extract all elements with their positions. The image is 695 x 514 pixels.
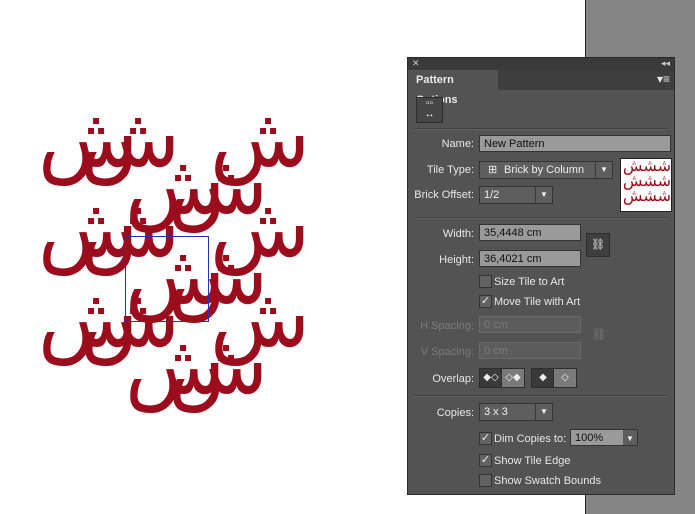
name-input[interactable]: New Pattern xyxy=(479,135,671,152)
overlap-left-in-front-button[interactable]: ◆◇ xyxy=(479,368,503,388)
chevron-down-icon: ▼ xyxy=(595,162,612,178)
name-label: Name: xyxy=(441,138,474,150)
copies-value: 3 x 3 xyxy=(484,406,508,418)
dim-copies-label: Dim Copies to: xyxy=(494,433,567,445)
dim-copies-value: 100% xyxy=(575,432,604,444)
h-spacing-input[interactable]: 0 cm xyxy=(479,316,581,333)
show-tile-edge-label: Show Tile Edge xyxy=(494,455,571,467)
brick-offset-value: 1/2 xyxy=(484,189,500,201)
tab-pattern-options[interactable]: Pattern Options xyxy=(408,70,498,106)
panel-menu-icon[interactable]: ▾≡ xyxy=(657,72,670,86)
glyph-copy: ش xyxy=(210,91,311,186)
height-input[interactable]: 36,4021 cm xyxy=(479,250,581,267)
brick-by-column-icon: ⊞ xyxy=(488,164,498,176)
copies-dropdown[interactable]: 3 x 3 ▼ xyxy=(479,403,553,421)
v-spacing-input[interactable]: 0 cm xyxy=(479,342,581,359)
h-spacing-label: H Spacing: xyxy=(420,320,474,332)
tile-type-dropdown[interactable]: ⊞ Brick by Column ▼ xyxy=(479,161,613,179)
show-swatch-bounds-label: Show Swatch Bounds xyxy=(494,475,602,487)
overlap-top-in-front-button[interactable]: ◆ xyxy=(531,368,555,388)
edit-tile-button[interactable]: ▫▫ ↔ xyxy=(416,97,443,123)
move-tile-with-art-label: Move Tile with Art xyxy=(494,296,581,308)
chevron-down-icon: ▼ xyxy=(623,430,637,445)
copies-label: Copies: xyxy=(436,407,474,419)
pattern-swatch-preview: ششش ششش ششش xyxy=(620,158,672,212)
width-label: Width: xyxy=(442,228,474,240)
show-tile-edge-checkbox[interactable]: ✓ xyxy=(479,454,492,467)
height-label: Height: xyxy=(439,254,474,266)
brick-offset-dropdown[interactable]: 1/2 ▼ xyxy=(479,186,553,204)
overlap-right-in-front-button[interactable]: ◇◆ xyxy=(501,368,525,388)
move-tile-with-art-checkbox[interactable]: ✓ xyxy=(479,295,492,308)
panel-titlebar[interactable]: ✕ ◂◂ xyxy=(408,58,674,70)
dim-copies-combo[interactable]: 100% ▼ xyxy=(570,429,638,446)
overlap-bottom-in-front-button[interactable]: ◇ xyxy=(553,368,577,388)
double-chevron-icon[interactable]: ◂◂ xyxy=(661,58,670,69)
width-input[interactable]: 35,4448 cm xyxy=(479,224,581,241)
tile-type-value: Brick by Column xyxy=(504,164,585,176)
spacing-link-icon: ⛓ xyxy=(592,329,606,341)
dim-copies-checkbox[interactable]: ✓ xyxy=(479,432,492,445)
v-spacing-label: V Spacing: xyxy=(420,346,474,358)
tile-edge[interactable] xyxy=(125,236,209,322)
link-icon: ⛓ xyxy=(591,239,605,251)
pattern-tile-tool-icon: ▫▫ ↔ xyxy=(424,98,435,120)
size-tile-to-art-checkbox[interactable] xyxy=(479,275,492,288)
brick-offset-label: Brick Offset: xyxy=(414,189,474,201)
glyph-copy: ش xyxy=(210,181,311,276)
glyph-copy: ش xyxy=(210,271,311,366)
tile-type-label: Tile Type: xyxy=(426,164,474,176)
show-swatch-bounds-checkbox[interactable] xyxy=(479,474,492,487)
overlap-label: Overlap: xyxy=(432,373,474,385)
chevron-down-icon: ▼ xyxy=(535,404,552,420)
size-tile-to-art-label: Size Tile to Art xyxy=(494,276,565,288)
close-icon[interactable]: ✕ xyxy=(412,58,420,69)
pattern-options-panel: ✕ ◂◂ Pattern Options ▾≡ ▫▫↔ Name: New Pa… xyxy=(407,57,675,495)
chevron-down-icon: ▼ xyxy=(535,187,552,203)
preview-glyphs: ششش ششش ششش xyxy=(622,158,671,205)
constrain-proportions-button[interactable]: ⛓ xyxy=(586,233,610,257)
